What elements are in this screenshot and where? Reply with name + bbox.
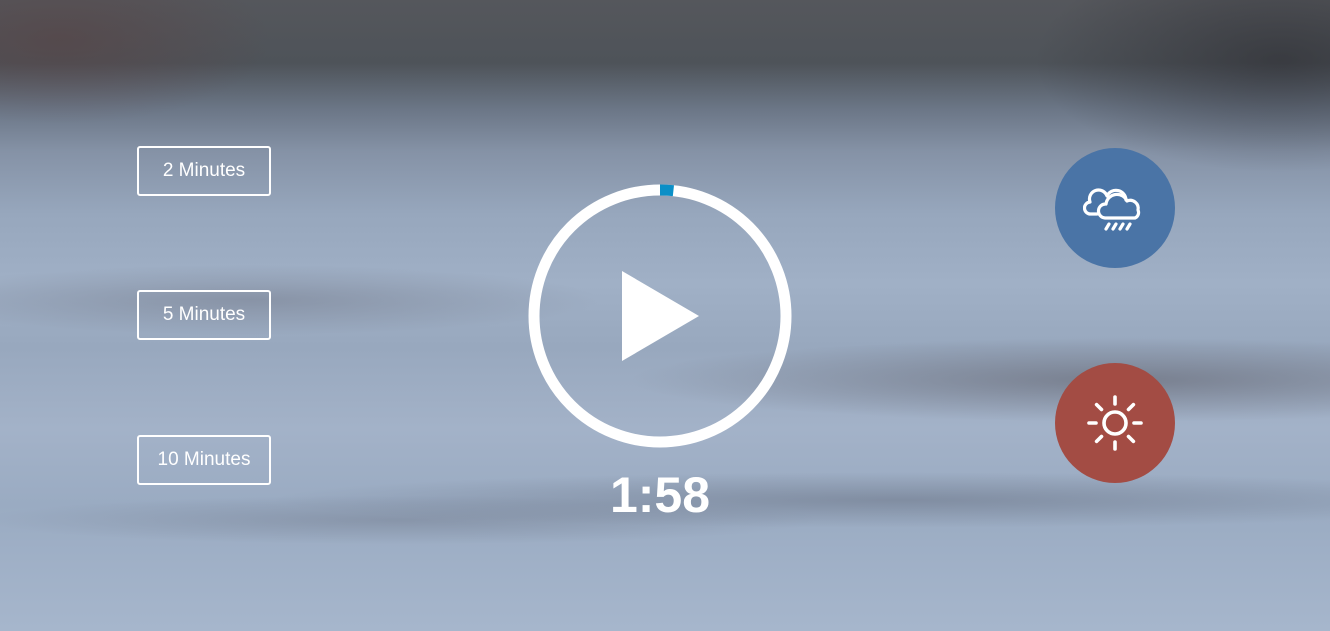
five-minutes-button[interactable]: 5 Minutes bbox=[137, 290, 271, 340]
cloud-rain-icon bbox=[1083, 188, 1141, 231]
ten-minutes-button[interactable]: 10 Minutes bbox=[137, 435, 271, 485]
timer-ring bbox=[528, 184, 792, 448]
play-button[interactable] bbox=[528, 184, 792, 448]
time-remaining: 1:58 bbox=[609, 467, 711, 523]
rain-sound-button[interactable] bbox=[1055, 148, 1175, 268]
two-minutes-button[interactable]: 2 Minutes bbox=[137, 146, 271, 196]
play-icon bbox=[622, 271, 699, 361]
sun-sound-button[interactable] bbox=[1055, 363, 1175, 483]
sun-icon bbox=[1087, 395, 1143, 451]
